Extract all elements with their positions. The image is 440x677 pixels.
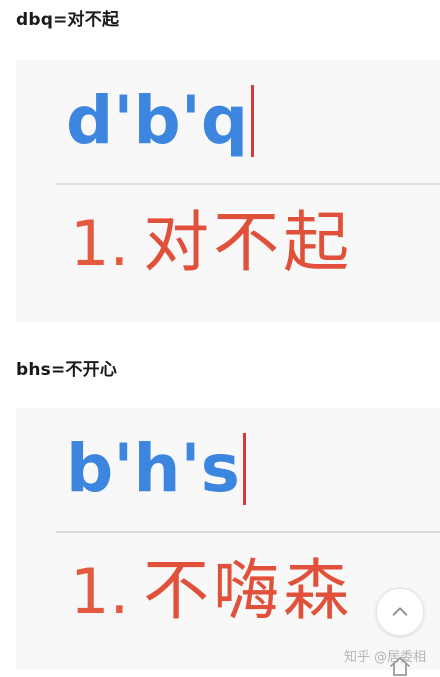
- back-to-top-button[interactable]: [376, 588, 424, 636]
- ime-input-1[interactable]: d'b'q: [66, 82, 255, 159]
- zhihu-watermark: 知乎 @居委相: [344, 650, 427, 665]
- ime-divider: [56, 531, 440, 533]
- example-1-caption: dbq=对不起: [16, 10, 120, 30]
- chevron-up-icon: [392, 607, 408, 616]
- home-icon[interactable]: [388, 655, 412, 677]
- candidate-index: 1.: [70, 207, 130, 280]
- ime-divider: [56, 183, 440, 185]
- candidate-text: 不嗨森: [143, 552, 354, 629]
- ime-input-text: d'b'q: [66, 82, 249, 159]
- ime-panel-1: d'b'q 1. 对不起: [16, 60, 440, 322]
- text-caret: [242, 433, 246, 505]
- ime-candidate-2[interactable]: 1. 不嗨森: [70, 558, 353, 624]
- ime-input-text: b'h's: [66, 430, 240, 507]
- candidate-text: 对不起: [143, 204, 354, 281]
- ime-input-2[interactable]: b'h's: [66, 433, 246, 505]
- text-caret: [251, 85, 255, 157]
- example-2-caption: bhs=不开心: [16, 360, 118, 380]
- ime-candidate-1[interactable]: 1. 对不起: [70, 210, 353, 276]
- ime-panel-2: b'h's 1. 不嗨森: [16, 408, 440, 670]
- candidate-index: 1.: [70, 555, 130, 628]
